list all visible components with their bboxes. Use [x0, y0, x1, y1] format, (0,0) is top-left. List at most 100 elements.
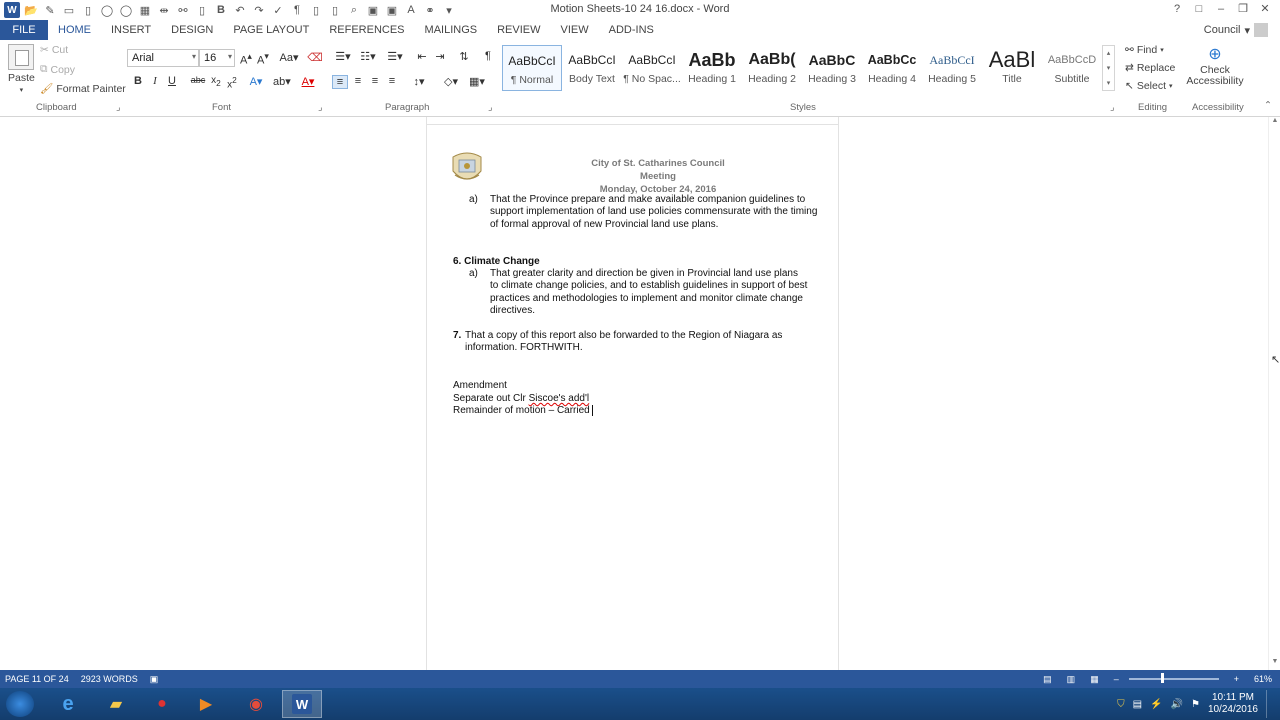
tab-mailings[interactable]: MAILINGS — [415, 20, 488, 40]
shading-icon[interactable]: ◇▾ — [440, 75, 462, 88]
tab-file[interactable]: FILE — [0, 20, 48, 40]
cut-button[interactable]: ✂ Cut — [40, 44, 68, 56]
style-heading-5[interactable]: AaBbCcI Heading 5 — [922, 45, 982, 91]
minimize-button[interactable]: – — [1210, 1, 1232, 17]
print-layout-icon[interactable]: ▥ — [1067, 674, 1076, 685]
read-mode-icon[interactable]: ▤ — [1043, 674, 1052, 685]
clock[interactable]: 10:11 PM 10/24/2016 — [1208, 692, 1258, 716]
chrome-icon[interactable]: ◉ — [236, 690, 276, 718]
select-button[interactable]: ↖ Select ▾ — [1125, 80, 1173, 92]
paragraph-launcher-icon[interactable]: ⌟ — [488, 102, 492, 113]
grow-font-icon[interactable]: A▴ — [238, 51, 254, 67]
tab-add-ins[interactable]: ADD-INS — [599, 20, 664, 40]
help-button[interactable]: ? — [1166, 1, 1188, 17]
style-heading-3[interactable]: AaBbC Heading 3 — [802, 45, 862, 91]
word-count[interactable]: 2923 WORDS — [81, 674, 138, 684]
user-account[interactable]: Council ▾ — [1204, 23, 1268, 37]
page-count[interactable]: PAGE 11 OF 24 — [5, 674, 69, 684]
style-subtitle[interactable]: AaBbCcD Subtitle — [1042, 45, 1102, 91]
flag-icon[interactable]: ⚑ — [1191, 699, 1200, 710]
show-formatting-icon[interactable]: ¶ — [480, 50, 496, 62]
superscript-button[interactable]: x2 — [224, 75, 240, 90]
increase-indent-icon[interactable]: ⇥ — [432, 50, 448, 63]
style-heading-4[interactable]: AaBbCc Heading 4 — [862, 45, 922, 91]
align-right-icon[interactable]: ≡ — [367, 75, 383, 87]
zoom-slider[interactable] — [1128, 673, 1219, 683]
clipboard-launcher-icon[interactable]: ⌟ — [116, 102, 120, 113]
tab-review[interactable]: REVIEW — [487, 20, 550, 40]
paste-button[interactable]: Paste ▾ — [8, 44, 35, 94]
font-family-select[interactable]: Arial ▾ — [127, 49, 199, 67]
bold-button[interactable]: B — [130, 75, 146, 87]
document-canvas[interactable]: City of St. Catharines Council Meeting M… — [0, 117, 1268, 670]
misspelled-text[interactable]: Siscoe's add'l — [529, 393, 590, 404]
find-button[interactable]: ⚯ Find ▾ — [1125, 44, 1164, 56]
sort-icon[interactable]: ⇅ — [456, 50, 472, 63]
line-spacing-icon[interactable]: ↕▾ — [408, 75, 430, 88]
tab-page-layout[interactable]: PAGE LAYOUT — [223, 20, 319, 40]
word-taskbar-icon[interactable]: W — [282, 690, 322, 718]
font-color-icon[interactable]: A▾ — [300, 75, 316, 88]
file-explorer-icon[interactable]: ▰ — [96, 690, 136, 718]
collapse-ribbon-icon[interactable]: ⌃ — [1264, 100, 1272, 111]
format-painter-button[interactable]: 🖌 Format Painter — [40, 82, 126, 96]
highlight-icon[interactable]: ab▾ — [273, 75, 291, 88]
style-no-spacing[interactable]: AaBbCcI ¶ No Spac... — [622, 45, 682, 91]
justify-icon[interactable]: ≡ — [384, 75, 400, 87]
align-left-icon[interactable]: ≡ — [332, 75, 348, 89]
clear-formatting-icon[interactable]: ⌫ — [307, 51, 323, 64]
copy-button[interactable]: ⧉ Copy — [40, 63, 75, 76]
show-desktop-button[interactable] — [1266, 690, 1274, 718]
tab-references[interactable]: REFERENCES — [319, 20, 414, 40]
numbering-icon[interactable]: ☷▾ — [358, 50, 378, 63]
tab-view[interactable]: VIEW — [551, 20, 599, 40]
style-normal[interactable]: AaBbCcI ¶ Normal — [502, 45, 562, 91]
underline-button[interactable]: U — [164, 75, 180, 87]
borders-icon[interactable]: ▦▾ — [466, 75, 488, 88]
style-heading-2[interactable]: AaBb( Heading 2 — [742, 45, 802, 91]
check-accessibility-button[interactable]: ⊕ Check Accessibility — [1186, 44, 1244, 87]
change-case-icon[interactable]: Aa▾ — [278, 51, 300, 64]
start-button[interactable] — [6, 691, 34, 717]
vertical-scrollbar[interactable]: ▲ ↖ ▼ — [1268, 117, 1280, 670]
tab-insert[interactable]: INSERT — [101, 20, 161, 40]
zoom-slider-thumb[interactable] — [1160, 673, 1164, 683]
internet-explorer-icon[interactable]: e — [48, 690, 88, 718]
decrease-indent-icon[interactable]: ⇤ — [414, 50, 430, 63]
ribbon-display-options-button[interactable]: □ — [1188, 1, 1210, 17]
network-icon[interactable]: ▤ — [1133, 699, 1142, 710]
font-size-select[interactable]: 16 ▾ — [199, 49, 235, 67]
subscript-button[interactable]: x2 — [208, 75, 224, 88]
shrink-font-icon[interactable]: A▾ — [255, 51, 271, 67]
power-icon[interactable]: ⚡ — [1150, 699, 1162, 710]
volume-icon[interactable]: 🔊 — [1171, 699, 1183, 710]
zoom-in-icon[interactable]: + — [1234, 674, 1239, 684]
style-heading-1[interactable]: AaBb Heading 1 — [682, 45, 742, 91]
zoom-level[interactable]: 61% — [1254, 674, 1272, 684]
restore-button[interactable]: ❐ — [1232, 1, 1254, 17]
scroll-down-icon[interactable]: ▼ — [1269, 658, 1280, 670]
proofing-icon[interactable]: ▣ — [150, 674, 159, 685]
tab-home[interactable]: HOME — [48, 20, 101, 40]
replace-button[interactable]: ⇄ Replace — [1125, 62, 1175, 74]
bullets-icon[interactable]: ☰▾ — [333, 50, 353, 63]
web-layout-icon[interactable]: ▦ — [1090, 674, 1099, 685]
strikethrough-button[interactable]: abc — [190, 75, 206, 85]
recorder-icon[interactable]: ● — [142, 690, 182, 718]
document-page[interactable]: City of St. Catharines Council Meeting M… — [426, 117, 839, 670]
text-effects-icon[interactable]: A▾ — [248, 75, 264, 88]
shield-icon[interactable]: ⛉ — [1117, 699, 1125, 710]
multilevel-list-icon[interactable]: ☰▾ — [384, 50, 406, 63]
style-body-text[interactable]: AaBbCcI Body Text — [562, 45, 622, 91]
align-center-icon[interactable]: ≡ — [350, 75, 366, 87]
media-player-icon[interactable]: ▶ — [186, 690, 226, 718]
tab-design[interactable]: DESIGN — [161, 20, 223, 40]
italic-button[interactable]: I — [147, 75, 163, 87]
scroll-up-icon[interactable]: ▲ — [1269, 117, 1280, 129]
styles-launcher-icon[interactable]: ⌟ — [1110, 102, 1114, 113]
close-button[interactable]: ✕ — [1254, 1, 1276, 17]
font-launcher-icon[interactable]: ⌟ — [318, 102, 322, 113]
style-title[interactable]: AaBl Title — [982, 45, 1042, 91]
zoom-out-icon[interactable]: – — [1114, 674, 1119, 684]
styles-gallery-scroll[interactable]: ▴ ▾ ▾ — [1102, 45, 1115, 91]
